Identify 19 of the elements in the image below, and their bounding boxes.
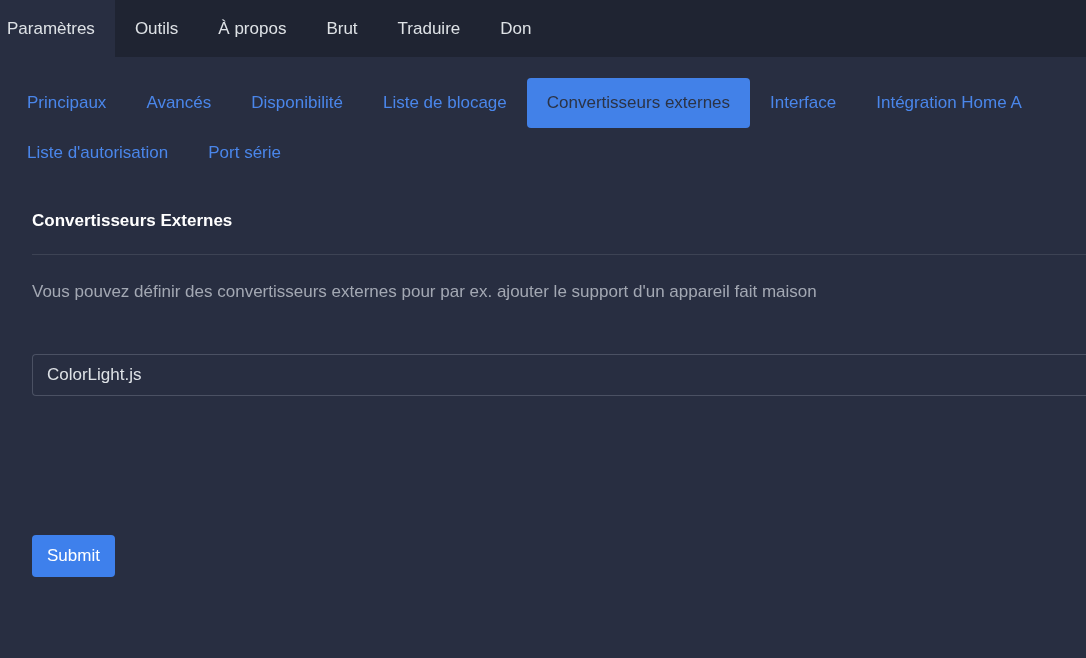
submit-button[interactable]: Submit bbox=[32, 535, 115, 577]
nav-tab[interactable]: Don bbox=[480, 0, 552, 57]
section-title: Convertisseurs Externes bbox=[32, 210, 233, 232]
settings-tab[interactable]: Intégration Home A bbox=[856, 78, 1042, 128]
nav-tab[interactable]: À propos bbox=[198, 0, 307, 57]
nav-tab[interactable]: Paramètres bbox=[0, 0, 115, 57]
settings-tab[interactable]: Interface bbox=[750, 78, 857, 128]
settings-tab[interactable]: Liste d'autorisation bbox=[7, 128, 189, 178]
settings-tab[interactable]: Convertisseurs externes bbox=[526, 78, 751, 128]
settings-tab[interactable]: Liste de blocage bbox=[362, 78, 527, 128]
converter-field[interactable]: ColorLight.js bbox=[32, 354, 1086, 396]
settings-tab[interactable]: Port série bbox=[188, 128, 301, 178]
nav-tab[interactable]: Brut bbox=[306, 0, 378, 57]
nav-tab[interactable]: Traduire bbox=[377, 0, 481, 57]
settings-tab[interactable]: Avancés bbox=[126, 78, 232, 128]
settings-tab[interactable]: Disponibilité bbox=[231, 78, 363, 128]
settings-tab[interactable]: Principaux bbox=[7, 78, 127, 128]
nav-tab[interactable]: Outils bbox=[114, 0, 199, 57]
section-description: Vous pouvez définir des convertisseurs externes pour par ex. ajouter le support d'un appareil fait maison bbox=[32, 280, 817, 303]
